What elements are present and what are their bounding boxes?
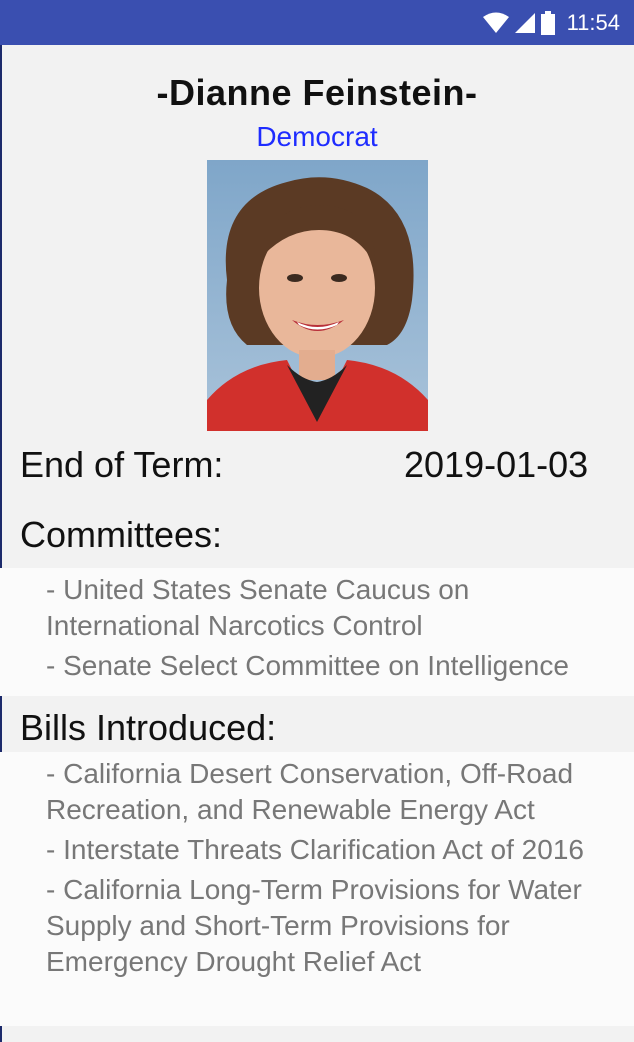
committees-list: - United States Senate Caucus on Interna…	[0, 568, 634, 696]
committee-item: - Senate Select Committee on Intelligenc…	[46, 650, 569, 681]
committees-heading: Committees:	[20, 514, 223, 555]
wifi-icon	[482, 12, 509, 33]
status-icons: 11:54	[482, 0, 620, 45]
status-bar: 11:54	[0, 0, 634, 45]
end-of-term-value: 2019-01-03	[404, 444, 589, 485]
legislator-portrait	[207, 160, 428, 431]
bill-item: - California Long-Term Provisions for Wa…	[46, 874, 582, 977]
bill-item: - Interstate Threats Clarification Act o…	[46, 834, 584, 865]
party-label: Democrat	[256, 121, 378, 152]
bills-heading: Bills Introduced:	[20, 707, 277, 748]
end-of-term-label: End of Term:	[20, 444, 224, 485]
legislator-name: -Dianne Feinstein-	[156, 72, 478, 113]
committee-item: - United States Senate Caucus on Interna…	[46, 574, 470, 641]
bills-list: - California Desert Conservation, Off-Ro…	[0, 752, 634, 1026]
bill-item: - California Desert Conservation, Off-Ro…	[46, 758, 574, 825]
battery-icon	[540, 10, 555, 35]
status-time: 11:54	[566, 9, 620, 35]
signal-icon	[514, 12, 535, 33]
